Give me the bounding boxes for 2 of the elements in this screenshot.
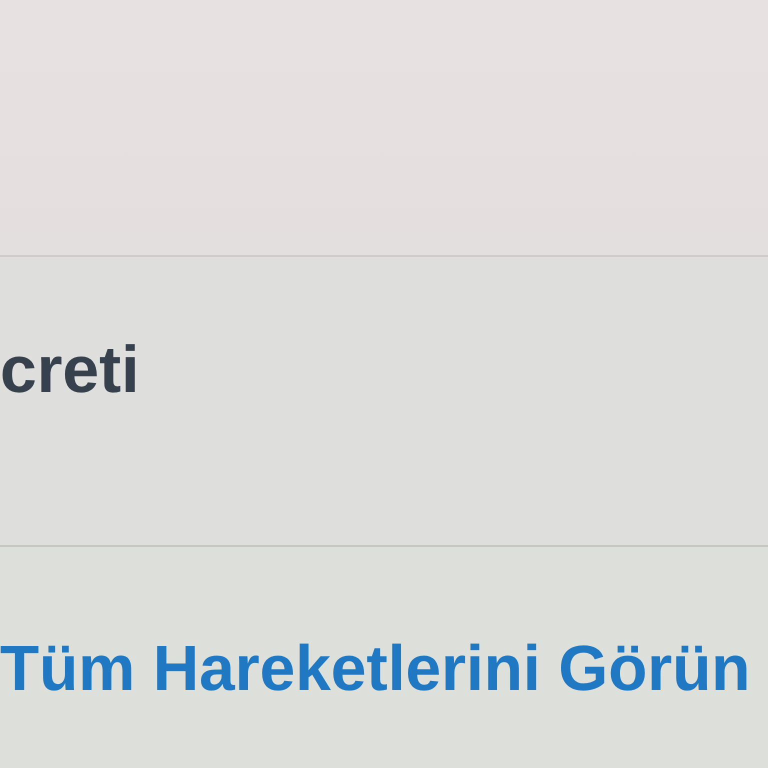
view-all-transactions-link[interactable]: Tüm Hareketlerini Görün (0, 636, 750, 700)
row-label: creti (0, 336, 140, 402)
